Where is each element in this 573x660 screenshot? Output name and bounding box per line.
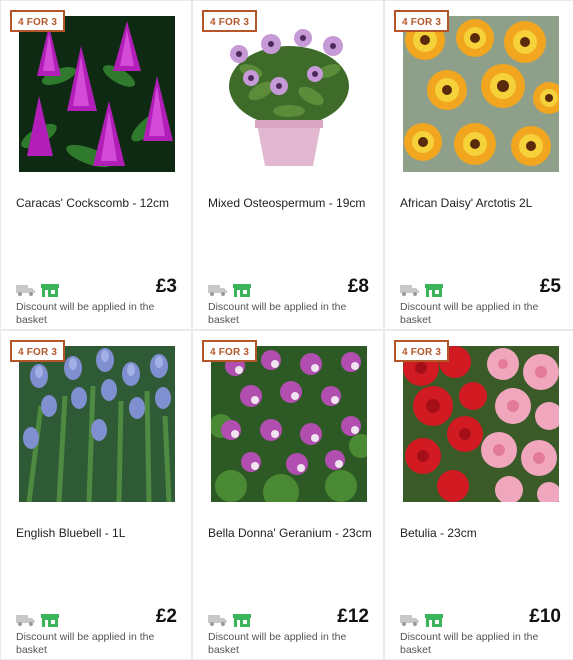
product-price: £8 [347,276,369,297]
discount-note: Discount will be applied in the basket [16,301,155,326]
delivery-truck-icon [400,615,419,626]
product-price: £2 [155,606,177,627]
offer-badge: 4 FOR 3 [394,340,450,362]
product-title[interactable]: Mixed Osteospermum - 19cm [208,195,373,211]
product-image[interactable] [19,346,175,502]
geranium-image [211,346,367,502]
delivery-truck-icon [208,285,227,296]
product-card[interactable]: 4 FOR 3 African Daisy' Arctotis 2L £5 Di… [385,1,573,329]
discount-note: Discount will be applied in the basket [208,631,347,656]
fulfilment-icons [400,613,444,627]
offer-badge: 4 FOR 3 [10,340,66,362]
product-card[interactable]: 4 FOR 3 Mixed Osteospermum - 19cm £8 Dis… [193,1,383,329]
product-title[interactable]: African Daisy' Arctotis 2L [400,195,565,211]
fulfilment-icons [208,613,252,627]
fulfilment-icons [400,283,444,297]
delivery-truck-icon [16,615,35,626]
product-card[interactable]: 4 FOR 3 Caracas' Cockscomb - 12cm £3 Dis… [1,1,191,329]
product-title[interactable]: English Bluebell - 1L [16,525,181,541]
product-image[interactable] [19,16,175,172]
offer-badge: 4 FOR 3 [394,10,450,32]
store-collect-icon [41,614,59,627]
product-card[interactable]: 4 FOR 3 Bella Donna' Geranium - 23cm £12… [193,331,383,659]
discount-note: Discount will be applied in the basket [16,631,155,656]
product-title[interactable]: Caracas' Cockscomb - 12cm [16,195,181,211]
fulfilment-icons [16,283,60,297]
product-title[interactable]: Betulia - 23cm [400,525,565,541]
delivery-truck-icon [400,285,419,296]
product-image[interactable] [211,16,367,172]
product-price: £3 [155,276,177,297]
product-price: £10 [529,606,561,627]
delivery-truck-icon [208,615,227,626]
product-image[interactable] [403,16,559,172]
offer-badge: 4 FOR 3 [10,10,66,32]
discount-note: Discount will be applied in the basket [208,301,347,326]
product-card[interactable]: 4 FOR 3 Betulia - 23cm £10 Discount will… [385,331,573,659]
product-image[interactable] [211,346,367,502]
store-collect-icon [425,614,443,627]
product-card[interactable]: 4 FOR 3 English Bluebell - 1L £2 Discoun… [1,331,191,659]
store-collect-icon [41,284,59,297]
product-title[interactable]: Bella Donna' Geranium - 23cm [208,525,373,541]
bluebell-image [19,346,175,502]
product-image[interactable] [403,346,559,502]
fulfilment-icons [16,613,60,627]
delivery-truck-icon [16,285,35,296]
osteospermum-image [211,16,367,172]
cockscomb-image [19,16,175,172]
offer-badge: 4 FOR 3 [202,340,258,362]
product-price: £12 [337,606,369,627]
store-collect-icon [233,284,251,297]
fulfilment-icons [208,283,252,297]
begonia-image [403,346,559,502]
store-collect-icon [425,284,443,297]
store-collect-icon [233,614,251,627]
product-grid: 4 FOR 3 Caracas' Cockscomb - 12cm £3 Dis… [0,0,573,660]
discount-note: Discount will be applied in the basket [400,631,539,656]
discount-note: Discount will be applied in the basket [400,301,539,326]
product-price: £5 [539,276,561,297]
offer-badge: 4 FOR 3 [202,10,258,32]
african-daisy-image [403,16,559,172]
